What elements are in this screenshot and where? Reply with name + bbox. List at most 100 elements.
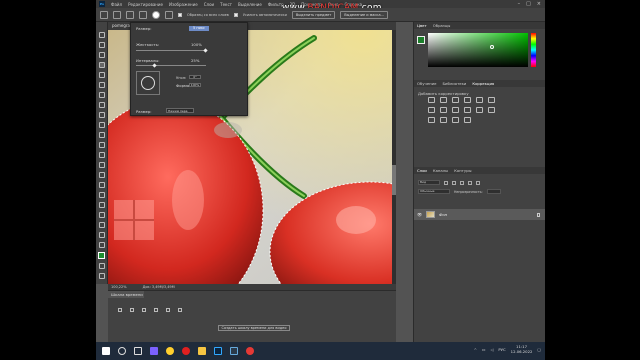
browser-icon[interactable] [166,347,174,355]
layer-row[interactable]: 👁 Фон [414,209,545,220]
menu-file[interactable]: Файл [111,2,122,7]
pixel-filter-icon[interactable] [444,180,448,185]
selective-color-icon[interactable] [464,117,471,123]
invert-icon[interactable] [488,107,495,113]
brush-preset-icon[interactable] [152,10,160,19]
clone-stamp-tool-icon[interactable] [98,122,105,128]
photoshop-taskbar-icon[interactable] [214,347,222,355]
layer-name[interactable]: Фон [439,212,447,217]
first-frame-icon[interactable] [118,308,122,312]
history-brush-tool-icon[interactable] [98,132,105,138]
subtract-selection-icon[interactable] [139,10,147,19]
roundness-field[interactable]: 100% [189,83,201,87]
levels-icon[interactable] [440,97,447,103]
screen-mode-icon[interactable] [98,273,105,279]
zoom-level[interactable]: 100,22% [111,285,127,289]
brush-options-popup[interactable]: Размер: 5 пикс Жесткость: 100% Интервалы… [130,22,248,116]
select-subject-button[interactable]: Выделить предмет [291,10,336,19]
visibility-eye-icon[interactable]: 👁 [417,212,422,217]
maximize-icon[interactable]: □ [526,1,531,7]
exposure-icon[interactable] [464,97,471,103]
menu-edit[interactable]: Редактирование [128,2,163,7]
tab-color[interactable]: Цвет [417,23,427,28]
tab-adjustments[interactable]: Коррекция [472,81,494,86]
type-tool-icon[interactable] [98,192,105,198]
start-icon[interactable] [102,347,110,355]
blur-tool-icon[interactable] [98,162,105,168]
app-icon-2[interactable] [230,347,238,355]
notifications-icon[interactable]: ▢ [537,347,541,352]
photo-filter-icon[interactable] [452,107,459,113]
shape-filter-icon[interactable] [468,180,472,185]
network-icon[interactable]: ▭ [482,347,486,352]
spacing-slider[interactable] [136,65,206,66]
settings-icon[interactable] [178,308,182,312]
menu-layer[interactable]: Слои [204,2,214,7]
foreground-color-chip[interactable] [417,36,425,44]
opacity-field[interactable] [486,189,501,194]
menu-type[interactable]: Текст [220,2,232,7]
lock-icon[interactable] [537,212,540,217]
menu-select[interactable]: Выделение [238,2,262,7]
explorer-icon[interactable] [198,347,206,355]
language-indicator[interactable]: РУС [498,347,505,352]
shape-tool-icon[interactable] [98,212,105,218]
hardness-slider[interactable] [136,50,206,51]
hand-tool-icon[interactable] [98,222,105,228]
play-icon[interactable] [142,308,146,312]
color-picker-cursor[interactable] [490,45,494,49]
brush-angle-icon[interactable] [165,10,173,19]
vibrance-icon[interactable] [476,97,483,103]
bandicam-icon[interactable] [246,347,254,355]
move-tool-icon[interactable] [98,32,105,38]
channel-mixer-icon[interactable] [464,107,471,113]
close-icon[interactable]: × [537,1,541,7]
color-lookup-icon[interactable] [476,107,483,113]
task-view-icon[interactable] [134,347,142,355]
color-picker-field[interactable] [428,33,528,67]
tab-learn[interactable]: Обучение [417,81,436,86]
blend-mode-dropdown[interactable]: Обычные [418,189,450,194]
add-selection-icon[interactable] [126,10,134,19]
dodge-tool-icon[interactable] [98,172,105,178]
path-selection-tool-icon[interactable] [98,202,105,208]
gradient-map-icon[interactable] [452,117,459,123]
adjustment-filter-icon[interactable] [452,180,456,185]
brush-tip-circle[interactable] [141,76,155,90]
brush-tool-icon[interactable] [98,112,105,118]
hue-saturation-icon[interactable] [488,97,495,103]
type-filter-icon[interactable] [460,180,464,185]
eyedropper-tool-icon[interactable] [98,92,105,98]
tab-channels[interactable]: Каналы [433,168,448,173]
brightness-icon[interactable] [428,97,435,103]
canvas-vertical-scrollbar[interactable] [392,30,396,284]
hardness-slider-knob[interactable] [203,48,208,53]
tab-swatches[interactable]: Образцы [433,23,451,28]
foreground-color-swatch[interactable] [98,252,105,259]
volume-icon[interactable]: ◁ [490,347,493,352]
quick-selection-tool-icon[interactable] [98,62,105,68]
threshold-icon[interactable] [440,117,447,123]
tab-layers[interactable]: Слои [417,168,427,173]
scrollbar-thumb[interactable] [392,165,396,195]
quick-mask-icon[interactable] [98,263,105,269]
brush-size-field[interactable]: 5 пикс [189,26,209,31]
spacing-slider-knob[interactable] [152,63,157,68]
minimize-icon[interactable]: – [518,1,521,7]
curves-icon[interactable] [452,97,459,103]
angle-field[interactable]: 0° [189,75,201,79]
prev-frame-icon[interactable] [130,308,134,312]
frame-tool-icon[interactable] [98,82,105,88]
new-selection-icon[interactable] [113,10,121,19]
clock[interactable]: 11:17 12.06.2022 [511,344,533,354]
edit-toolbar-icon[interactable] [98,242,105,248]
lasso-tool-icon[interactable] [98,52,105,58]
zoom-tool-icon[interactable] [98,232,105,238]
opera-icon[interactable] [182,347,190,355]
hue-slider[interactable] [531,33,536,67]
color-balance-icon[interactable] [428,107,435,113]
tab-libraries[interactable]: Библиотеки [442,81,466,86]
layer-kind-dropdown[interactable]: Вид [418,180,440,185]
search-icon[interactable] [118,347,126,355]
tab-paths[interactable]: Контуры [454,168,471,173]
